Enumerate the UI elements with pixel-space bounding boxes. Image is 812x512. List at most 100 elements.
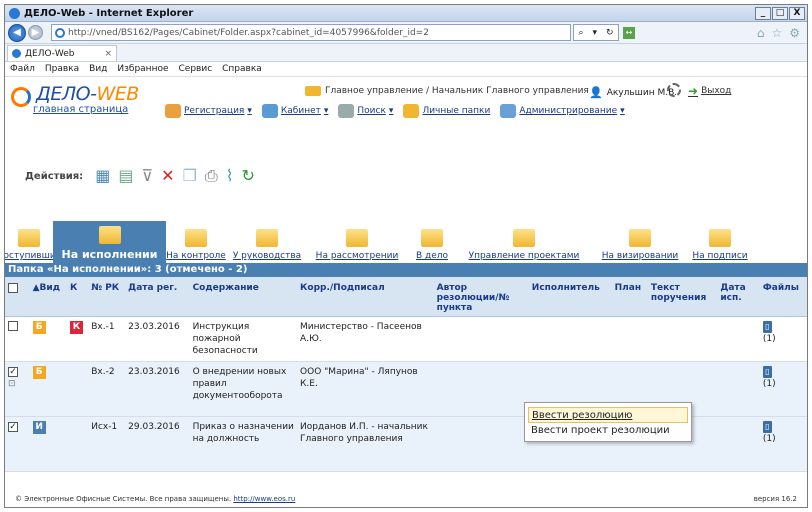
col-view[interactable]: ▲Вид bbox=[29, 277, 67, 317]
search-icon[interactable]: ⌕ bbox=[578, 28, 583, 38]
logo-text: ДЕЛО-WEB bbox=[36, 83, 139, 105]
row-checkbox[interactable]: ✓ bbox=[8, 422, 18, 432]
table-view-icon[interactable]: ▦ bbox=[95, 168, 110, 184]
tab-close-icon[interactable]: × bbox=[104, 49, 112, 59]
folder-on-control[interactable]: На контроле bbox=[166, 221, 226, 263]
nav-cabinet[interactable]: Кабинет ▾ bbox=[261, 104, 328, 118]
col-k[interactable]: К bbox=[66, 277, 89, 317]
col-reg-date[interactable]: Дата рег. bbox=[125, 277, 190, 317]
col-content[interactable]: Содержание bbox=[189, 277, 298, 317]
kind-badge: Б bbox=[32, 321, 46, 334]
reg-number[interactable]: Вх.-1 bbox=[88, 316, 126, 362]
browser-window: ДЕЛО-Web - Internet Explorer _ □ X ◀ ▶ h… bbox=[4, 4, 808, 508]
file-icon[interactable]: ▯ bbox=[762, 321, 772, 333]
forward-button[interactable]: ▶ bbox=[28, 25, 43, 40]
home-page-link[interactable]: главная страница bbox=[33, 104, 128, 115]
current-user: 👤 Акульшин М.В. bbox=[589, 86, 677, 99]
nav-admin[interactable]: Администрирование ▾ bbox=[500, 104, 625, 118]
folder-at-management[interactable]: У руководства bbox=[226, 221, 308, 263]
folder-project-management[interactable]: Управление проектами bbox=[458, 221, 590, 263]
copy-icon[interactable]: ❐ bbox=[183, 168, 197, 184]
menu-help[interactable]: Справка bbox=[222, 64, 262, 74]
reg-date: 23.03.2016 bbox=[125, 316, 190, 362]
close-button[interactable]: X bbox=[789, 6, 805, 20]
paperclip-icon[interactable]: ⌇ bbox=[226, 168, 234, 184]
url-field[interactable]: http://vned/BS162/Pages/Cabinet/Folder.a… bbox=[51, 24, 571, 41]
footer: © Электронные Офисные Системы. Все права… bbox=[15, 495, 805, 503]
nav-personal-folders[interactable]: Личные папки bbox=[403, 104, 490, 118]
folder-on-approval[interactable]: На визировании bbox=[590, 221, 690, 263]
admin-icon bbox=[500, 104, 517, 118]
address-bar: ◀ ▶ http://vned/BS162/Pages/Cabinet/Fold… bbox=[5, 22, 807, 44]
reg-number[interactable]: Вх.-2 bbox=[88, 361, 126, 417]
filter-icon[interactable]: ⊽ bbox=[141, 168, 153, 184]
folder-tabs: Поступившие На исполнении На контроле У … bbox=[5, 221, 807, 263]
folder-for-signature[interactable]: На подписи bbox=[690, 221, 750, 263]
gear-icon[interactable] bbox=[667, 83, 681, 97]
menu-tools[interactable]: Сервис bbox=[179, 64, 213, 74]
favorites-icon[interactable]: ☆ bbox=[771, 26, 782, 40]
col-files[interactable]: Файлы bbox=[759, 277, 807, 317]
file-count: (1) bbox=[762, 379, 776, 389]
back-button[interactable]: ◀ bbox=[8, 23, 26, 42]
content[interactable]: Инструкция пожарной безопасности bbox=[189, 316, 298, 362]
col-resolution-author[interactable]: Автор резолюции/№ пункта bbox=[433, 277, 529, 317]
expand-icon[interactable]: ⊡ bbox=[8, 379, 16, 389]
row-checkbox[interactable] bbox=[8, 321, 18, 331]
table-row[interactable]: Б К Вх.-1 23.03.2016 Инструкция пожарной… bbox=[5, 316, 807, 362]
eos-link[interactable]: http://www.eos.ru bbox=[233, 495, 295, 503]
menu-file[interactable]: Файл bbox=[10, 64, 35, 74]
reg-number[interactable]: Исх-1 bbox=[88, 416, 126, 472]
col-executor[interactable]: Исполнитель bbox=[528, 277, 612, 317]
select-all-header[interactable] bbox=[5, 277, 30, 317]
col-exec-date[interactable]: Дата исп. bbox=[717, 277, 760, 317]
folder-to-archive[interactable]: В дело bbox=[406, 221, 458, 263]
folder-incoming[interactable]: Поступившие bbox=[5, 221, 61, 263]
menu-favorites[interactable]: Избранное bbox=[117, 64, 168, 74]
exit-link[interactable]: ➜ Выход bbox=[688, 84, 731, 98]
version: версия 16.2 bbox=[753, 495, 797, 503]
folder-icon bbox=[305, 86, 321, 96]
folder-icon bbox=[513, 229, 535, 247]
col-task-text[interactable]: Текст поручения bbox=[647, 277, 718, 317]
row-checkbox[interactable]: ✓ bbox=[8, 367, 18, 377]
menu-view[interactable]: Вид bbox=[89, 64, 107, 74]
actions-toolbar: Действия: ▦ ▤ ⊽ ✕ ❐ ⎙ ⌇ ↻ bbox=[25, 168, 255, 184]
settings-gear-icon[interactable]: ⚙ bbox=[789, 26, 800, 40]
browser-tab[interactable]: ДЕЛО-Web × bbox=[7, 45, 117, 61]
home-icon[interactable]: ⌂ bbox=[757, 26, 765, 40]
dropdown-icon[interactable]: ▾ bbox=[592, 28, 597, 38]
folder-icon bbox=[98, 226, 121, 244]
folder-icon bbox=[346, 229, 368, 247]
col-plan[interactable]: План bbox=[611, 277, 648, 317]
grid-settings-icon[interactable]: ▤ bbox=[118, 168, 133, 184]
nav-search[interactable]: Поиск ▾ bbox=[338, 104, 393, 118]
nav-registration[interactable]: Регистрация ▾ bbox=[165, 104, 252, 118]
delo-web-logo[interactable]: ДЕЛО-WEB главная страница bbox=[11, 82, 161, 118]
menu-enter-resolution[interactable]: Ввести резолюцию bbox=[528, 407, 688, 423]
col-reg-number[interactable]: № РК bbox=[88, 277, 126, 317]
title-bar: ДЕЛО-Web - Internet Explorer _ □ X bbox=[5, 5, 807, 22]
menu-edit[interactable]: Правка bbox=[45, 64, 79, 74]
select-all-checkbox[interactable] bbox=[8, 283, 18, 293]
file-icon[interactable]: ▯ bbox=[762, 366, 772, 378]
file-icon[interactable]: ▯ bbox=[762, 421, 772, 433]
refresh-icon[interactable]: ↻ bbox=[606, 28, 614, 38]
maximize-button[interactable]: □ bbox=[772, 6, 788, 20]
content[interactable]: Приказ о назначении на должность bbox=[189, 416, 298, 472]
cabinet-icon bbox=[261, 104, 278, 118]
menu-enter-resolution-draft[interactable]: Ввести проект резолюции bbox=[525, 423, 691, 439]
folder-under-review[interactable]: На рассмотрении bbox=[308, 221, 406, 263]
col-correspondent[interactable]: Корр./Подписал bbox=[297, 277, 434, 317]
address-search-controls[interactable]: ⌕ ▾ ↻ bbox=[573, 24, 619, 41]
folder-icon bbox=[421, 229, 443, 247]
delete-icon[interactable]: ✕ bbox=[161, 168, 174, 184]
refresh-list-icon[interactable]: ↻ bbox=[242, 168, 255, 184]
folder-in-execution[interactable]: На исполнении bbox=[53, 221, 166, 263]
content[interactable]: О внедрении новых правил документооборот… bbox=[189, 361, 298, 417]
window-title: ДЕЛО-Web - Internet Explorer bbox=[24, 7, 194, 19]
compat-icon[interactable]: ↔ bbox=[623, 26, 635, 39]
print-icon[interactable]: ⎙ bbox=[205, 168, 218, 184]
file-count: (1) bbox=[762, 334, 776, 344]
minimize-button[interactable]: _ bbox=[755, 6, 771, 20]
